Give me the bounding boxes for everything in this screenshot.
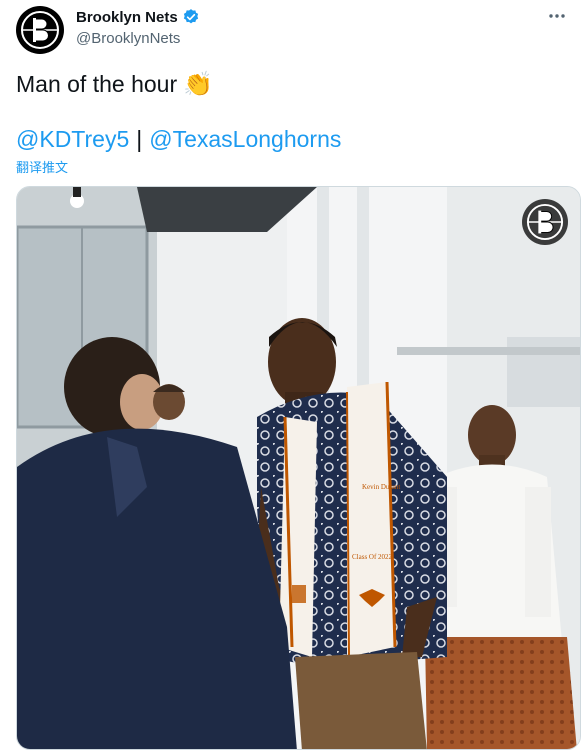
nets-watermark [522,199,568,245]
mention-separator: | [136,126,143,152]
stole-class-text: Class Of 2022 [352,553,393,561]
tweet-text-body: Man of the hour [16,71,178,97]
account-handle[interactable]: @BrooklynNets [76,30,180,47]
stole-name-text: Kevin Durant [362,483,400,491]
video-frame-image: Kevin Durant Class Of 2022 [17,187,580,749]
more-options-button[interactable] [543,6,571,26]
tweet-mentions: @KDTrey5 | @TexasLonghorns [16,126,341,153]
mention-texaslonghorns-link[interactable]: @TexasLonghorns [149,126,341,153]
account-avatar[interactable] [16,6,64,54]
tweet-text: Man of the hour 👏 [16,70,213,99]
brooklyn-nets-logo-icon [526,203,564,241]
tweet-media-video[interactable]: Kevin Durant Class Of 2022 [16,186,581,750]
clapping-hands-emoji: 👏 [183,71,213,98]
verified-badge-icon [183,9,198,24]
account-display-name[interactable]: Brooklyn Nets [76,9,178,26]
translate-tweet-link[interactable]: 翻译推文 [16,157,68,176]
brooklyn-nets-logo-icon [21,11,59,49]
more-dots-icon [549,14,565,18]
account-name-row: Brooklyn Nets [76,8,200,26]
mention-kdtrey5-link[interactable]: @KDTrey5 [16,126,129,153]
